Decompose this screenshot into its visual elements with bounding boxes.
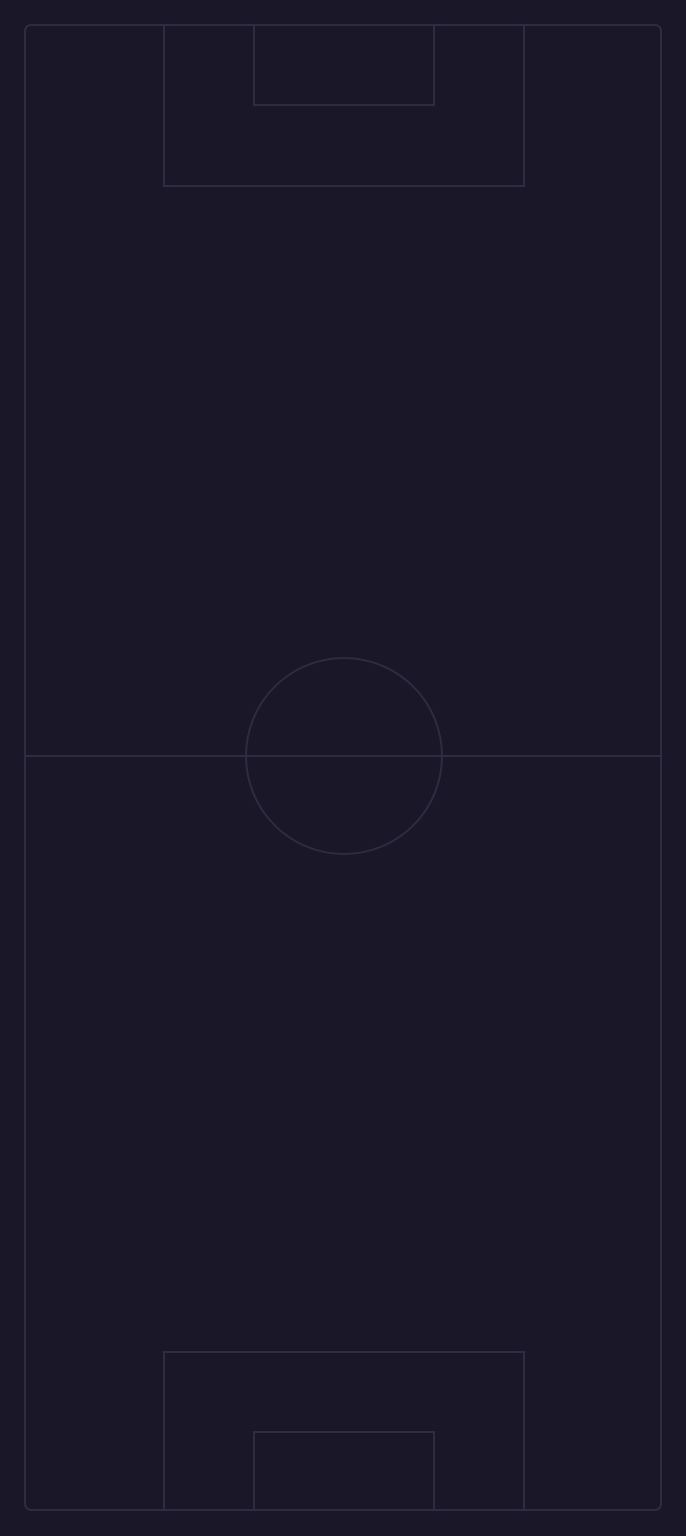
top-goal-area — [253, 24, 435, 106]
pitch-screen — [0, 0, 686, 1536]
soccer-pitch — [24, 24, 662, 1511]
bottom-goal-area — [253, 1431, 435, 1511]
pitch-outer-boundary — [24, 24, 662, 1511]
